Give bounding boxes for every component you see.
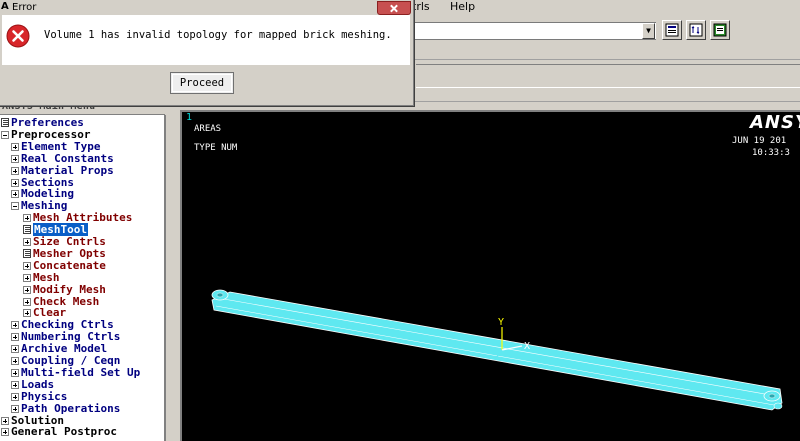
plus-box-icon[interactable] <box>11 166 19 175</box>
minus-box-icon[interactable] <box>1 130 9 139</box>
dialog-app-icon: A <box>1 1 9 12</box>
plus-box-icon[interactable] <box>1 416 9 425</box>
proceed-button[interactable]: Proceed <box>170 72 234 94</box>
model-view: Y X <box>211 289 783 411</box>
plus-box-icon[interactable] <box>23 273 31 282</box>
dialog-titlebar[interactable]: A Error <box>0 0 413 15</box>
save-db-icon <box>665 23 679 37</box>
graphics-window[interactable]: 1 AREAS TYPE NUM ANSY JUN 19 201 10:33:3… <box>180 110 800 441</box>
plus-box-icon[interactable] <box>1 428 9 437</box>
plus-box-icon[interactable] <box>11 357 19 365</box>
plus-box-icon[interactable] <box>11 154 19 163</box>
error-icon <box>6 24 30 48</box>
minus-box-icon[interactable] <box>11 202 19 211</box>
error-dialog: A Error Volume 1 has invalid topology fo… <box>0 0 414 106</box>
plus-box-icon[interactable] <box>11 333 19 342</box>
main-menu-tree: Preferences Preprocessor Element Type Real … <box>0 115 166 441</box>
raise-hidden-icon <box>713 23 727 37</box>
plus-box-icon[interactable] <box>23 309 31 318</box>
error-message: Volume 1 has invalid topology for mapped… <box>44 29 392 41</box>
tree-item-general-postproc[interactable]: General Postproc <box>0 425 164 439</box>
plus-box-icon[interactable] <box>11 321 19 330</box>
raise-hidden-button[interactable] <box>710 20 730 40</box>
plus-box-icon[interactable] <box>11 404 19 413</box>
command-input[interactable] <box>410 22 656 40</box>
axis-y-label: Y <box>498 317 504 328</box>
resume-db-icon <box>689 23 703 37</box>
close-icon[interactable] <box>377 1 411 15</box>
command-dropdown-button[interactable]: ▼ <box>642 23 655 39</box>
plus-box-icon[interactable] <box>11 142 19 151</box>
document-icon[interactable] <box>23 248 31 258</box>
dialog-title: Error <box>12 2 37 13</box>
plus-box-icon[interactable] <box>11 178 19 187</box>
tree-item-check-mesh[interactable]: Check Mesh <box>0 295 164 308</box>
plus-box-icon[interactable] <box>11 368 19 377</box>
document-icon[interactable] <box>23 225 31 235</box>
beam-model <box>211 291 783 411</box>
dialog-body: Volume 1 has invalid topology for mapped… <box>2 15 410 65</box>
plus-box-icon[interactable] <box>11 190 19 199</box>
plus-box-icon[interactable] <box>11 345 19 354</box>
toolbar-strip <box>416 64 800 88</box>
menu-plotctrls[interactable]: trls <box>412 0 430 14</box>
plus-box-icon[interactable] <box>11 392 19 401</box>
tree-item-label: General Postproc <box>11 425 117 439</box>
plus-box-icon[interactable] <box>11 380 19 389</box>
plus-box-icon[interactable] <box>23 214 31 223</box>
plus-box-icon[interactable] <box>23 261 31 270</box>
plus-box-icon[interactable] <box>23 297 31 306</box>
document-icon[interactable] <box>1 118 9 127</box>
axis-x-label: X <box>524 341 530 352</box>
resume-db-button[interactable] <box>686 20 706 40</box>
plus-box-icon[interactable] <box>23 238 31 246</box>
save-db-button[interactable] <box>662 20 682 40</box>
menu-help[interactable]: Help <box>450 0 475 14</box>
tree-item-concatenate[interactable]: Concatenate <box>0 259 164 272</box>
plus-box-icon[interactable] <box>23 285 31 294</box>
